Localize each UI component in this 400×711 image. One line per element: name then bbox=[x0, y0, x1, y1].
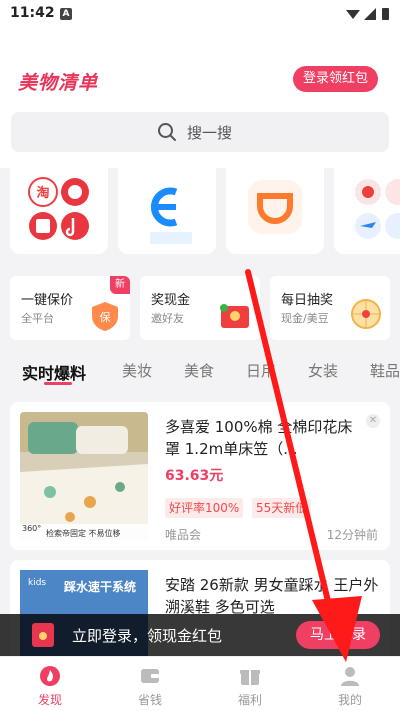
benefit-title: 一键保价 bbox=[21, 293, 74, 308]
wallet-icon bbox=[141, 669, 159, 683]
card-entertainment-travel[interactable] bbox=[334, 162, 400, 254]
category-tabs: 实时爆料 美妆 美食 日用 女装 鞋品 bbox=[0, 346, 400, 392]
shopping-platforms-icons: 淘 bbox=[28, 177, 89, 240]
tab-food[interactable]: 美食 bbox=[184, 360, 214, 381]
nav-label: 省钱 bbox=[137, 693, 162, 707]
flame-icon bbox=[40, 666, 60, 686]
product-tag: 好评率100% bbox=[165, 498, 244, 518]
eleme-icon bbox=[150, 187, 192, 244]
bottom-navigation: 发现 省钱 福利 我的 bbox=[0, 656, 400, 711]
card-shopping-platforms[interactable]: 淘 bbox=[10, 162, 108, 254]
status-time: 11:42 bbox=[10, 5, 55, 21]
benefit-title: 每日抽奖 bbox=[281, 293, 334, 308]
product-image-brand: kids bbox=[28, 578, 47, 588]
notification-a-icon: A bbox=[60, 8, 72, 20]
tab-women[interactable]: 女装 bbox=[308, 360, 338, 381]
entertainment-icons bbox=[355, 179, 400, 239]
tab-beauty[interactable]: 美妆 bbox=[122, 360, 152, 381]
red-envelope-icon bbox=[32, 623, 54, 647]
card-didi[interactable] bbox=[226, 162, 324, 254]
new-badge: 新 bbox=[110, 276, 130, 294]
benefit-title: 奖现金 bbox=[151, 293, 191, 308]
nav-welfare[interactable]: 福利 bbox=[200, 657, 300, 711]
product-image-caption: 检索帝固定 不易位移 bbox=[46, 529, 121, 538]
tab-shoes[interactable]: 鞋品 bbox=[370, 360, 400, 381]
nav-discover[interactable]: 发现 bbox=[0, 657, 100, 711]
benefit-daily-lottery[interactable]: 每日抽奖 现金/美豆 bbox=[270, 276, 390, 340]
product-title: 安踏 26新款 男女童踩水 王户外溯溪鞋 多色可选 bbox=[165, 576, 379, 616]
login-promo-bar: 立即登录，领现金红包 马上登录 bbox=[0, 614, 400, 656]
app-header: 美物清单 登录领红包 搜一搜 bbox=[0, 28, 400, 168]
product-title: 多喜爱 100%棉 全棉印花床罩 1.2m单床笠（... bbox=[165, 418, 353, 458]
search-bar[interactable]: 搜一搜 bbox=[11, 112, 389, 152]
tab-realtime[interactable]: 实时爆料 bbox=[22, 360, 86, 384]
category-cards: 淘 bbox=[0, 162, 400, 262]
close-icon[interactable]: ✕ bbox=[366, 414, 380, 428]
product-image: 360° 检索帝固定 不易位移 bbox=[20, 412, 148, 540]
taobao-icon-label: 淘 bbox=[36, 185, 49, 201]
wifi-icon bbox=[346, 10, 360, 19]
active-tab-indicator bbox=[44, 382, 72, 385]
battery-icon bbox=[382, 8, 389, 20]
red-packet-icon bbox=[220, 304, 249, 328]
douyin-icon bbox=[61, 212, 89, 240]
product-image-caption: 踩水速干系统 bbox=[64, 580, 137, 594]
nav-label: 福利 bbox=[237, 693, 262, 707]
signal-icon bbox=[364, 8, 376, 20]
product-image-degree: 360° bbox=[22, 524, 42, 533]
nav-mine[interactable]: 我的 bbox=[300, 657, 400, 711]
benefit-subtitle: 邀好友 bbox=[151, 312, 184, 325]
benefit-subtitle: 全平台 bbox=[21, 312, 54, 325]
didi-icon bbox=[248, 180, 302, 234]
benefit-price-protect[interactable]: 一键保价 全平台 新 保 bbox=[10, 276, 130, 340]
benefits-row: 一键保价 全平台 新 保 奖现金 邀好友 每日抽奖 现金/美豆 bbox=[0, 276, 400, 340]
card-eleme[interactable] bbox=[118, 162, 216, 254]
login-promo-message: 立即登录，领现金红包 bbox=[72, 627, 223, 645]
user-icon bbox=[341, 667, 359, 686]
status-bar: 11:42 A bbox=[0, 0, 400, 28]
nav-save-money[interactable]: 省钱 bbox=[100, 657, 200, 711]
search-placeholder: 搜一搜 bbox=[187, 124, 233, 142]
product-price: 63.63元 bbox=[165, 468, 224, 484]
popcorn-icon bbox=[385, 179, 400, 205]
gift-icon bbox=[240, 670, 260, 685]
login-now-button[interactable]: 马上登录 bbox=[296, 621, 380, 649]
search-icon bbox=[158, 123, 176, 141]
benefit-subtitle: 现金/美豆 bbox=[281, 312, 329, 325]
person-icon bbox=[385, 213, 400, 239]
login-red-packet-button[interactable]: 登录领红包 bbox=[292, 66, 378, 92]
tab-daily[interactable]: 日用 bbox=[246, 360, 276, 381]
brand-logo: 美物清单 bbox=[18, 72, 99, 94]
system-status-icons bbox=[346, 8, 389, 20]
shield-icon-label: 保 bbox=[100, 310, 111, 324]
shield-icon: 保 bbox=[92, 302, 118, 331]
lottery-wheel-icon bbox=[351, 299, 381, 329]
product-store: 唯品会 bbox=[165, 528, 202, 542]
benefit-cash-reward[interactable]: 奖现金 邀好友 bbox=[140, 276, 260, 340]
product-tag: 55天新低 bbox=[252, 498, 312, 518]
nav-label: 我的 bbox=[337, 693, 362, 707]
product-time: 12分钟前 bbox=[326, 528, 378, 542]
product-card[interactable]: 360° 检索帝固定 不易位移 多喜爱 100%棉 全棉印花床罩 1.2m单床笠… bbox=[10, 402, 390, 550]
nav-label: 发现 bbox=[37, 693, 62, 707]
